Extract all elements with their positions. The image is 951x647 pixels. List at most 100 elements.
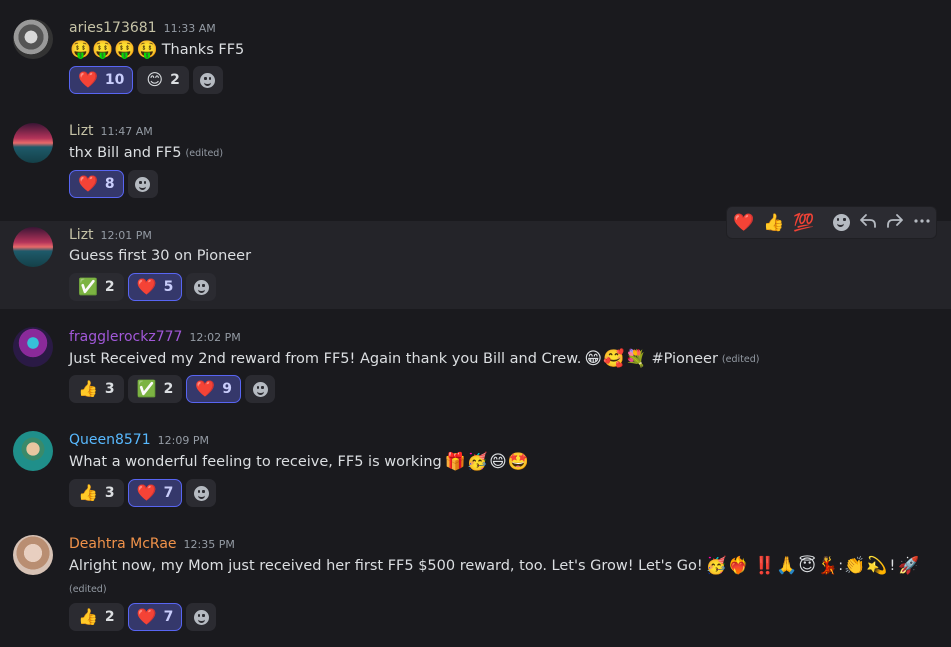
emoji: 😇 <box>798 556 817 576</box>
reaction-check[interactable]: ✅ 2 <box>69 273 124 301</box>
avatar[interactable] <box>13 431 53 471</box>
reaction-count: 2 <box>104 279 115 295</box>
message-action-toolbar: ❤️ 👍 💯 <box>726 206 937 239</box>
emoji: 🥳 <box>705 556 727 576</box>
emoji: 🙏 <box>776 556 798 576</box>
avatar[interactable] <box>13 227 53 267</box>
message-text: thx Bill and FF5 <box>69 145 182 161</box>
heart-emoji: ❤️ <box>78 70 98 89</box>
reaction-count: 9 <box>222 381 233 397</box>
username[interactable]: Lizt <box>69 227 94 243</box>
message-content: What a wonderful feeling to receive, FF5… <box>69 453 529 471</box>
message-content: Alright now, my Mom just received her fi… <box>69 557 919 575</box>
emoji: 🤑 <box>136 40 158 60</box>
reaction-smile[interactable]: 😊 2 <box>137 66 189 94</box>
username[interactable]: Queen8571 <box>69 432 151 448</box>
message-4: fragglerockz777 12:02 PM Just Received m… <box>0 309 951 413</box>
reaction-heart[interactable]: ❤️ 10 <box>69 66 134 94</box>
avatar[interactable] <box>13 327 53 367</box>
username[interactable]: fragglerockz777 <box>69 329 182 345</box>
add-reaction-button[interactable] <box>127 170 158 198</box>
avatar[interactable] <box>13 19 53 59</box>
message-text: What a wonderful feeling to receive, FF5… <box>69 454 442 470</box>
reaction-heart[interactable]: ❤️ 5 <box>127 273 183 301</box>
reactions: ❤️ 10 😊 2 <box>69 66 223 94</box>
heart-emoji: ❤️ <box>136 483 157 502</box>
check-emoji: ✅ <box>136 379 157 398</box>
thumbsup-emoji: 👍 <box>78 607 98 626</box>
smile-emoji: 😊 <box>146 70 164 89</box>
timestamp: 11:33 AM <box>163 22 216 35</box>
reaction-thumbsup[interactable]: 👍 3 <box>69 479 124 507</box>
add-reaction-icon <box>193 279 209 295</box>
quick-react-heart[interactable]: ❤️ <box>733 214 754 232</box>
emoji: 💃 <box>817 556 839 576</box>
message-1: aries173681 11:33 AM 🤑 🤑 🤑 🤑 Thanks FF5 … <box>0 0 951 108</box>
emoji: 😁 <box>584 349 603 369</box>
reaction-count: 2 <box>163 381 174 397</box>
reaction-heart[interactable]: ❤️ 8 <box>69 170 124 198</box>
timestamp: 11:47 AM <box>100 125 153 138</box>
add-reaction-button[interactable] <box>186 273 217 301</box>
emoji: 🤑 <box>92 40 114 60</box>
message-content: thx Bill and FF5 (edited) <box>69 145 223 161</box>
message-6: Deahtra McRae 12:35 PM Alright now, my M… <box>0 517 951 647</box>
add-reaction-button[interactable] <box>186 603 217 631</box>
reply-icon[interactable] <box>859 212 877 234</box>
message-text: Just Received my 2nd reward from FF5! Ag… <box>69 351 582 367</box>
avatar[interactable] <box>13 123 53 163</box>
message-content: 🤑 🤑 🤑 🤑 Thanks FF5 <box>69 41 244 59</box>
reaction-check[interactable]: ✅ 2 <box>127 375 183 403</box>
message-5: Queen8571 12:09 PM What a wonderful feel… <box>0 413 951 517</box>
more-icon[interactable] <box>913 212 931 234</box>
reaction-heart[interactable]: ❤️ 7 <box>127 603 183 631</box>
reactions: ✅ 2 ❤️ 5 <box>69 273 217 301</box>
thumbsup-emoji: 👍 <box>78 483 98 502</box>
reaction-thumbsup[interactable]: 👍 2 <box>69 603 124 631</box>
reactions: 👍 3 ✅ 2 ❤️ 9 <box>69 375 276 403</box>
heart-emoji: ❤️ <box>136 607 157 626</box>
add-reaction-icon[interactable] <box>832 214 850 231</box>
forward-icon[interactable] <box>886 212 904 234</box>
reaction-count: 7 <box>163 485 174 501</box>
message-content: Just Received my 2nd reward from FF5! Ag… <box>69 350 759 368</box>
reactions: 👍 2 ❤️ 7 <box>69 603 217 631</box>
emoji: 🤑 <box>70 40 92 60</box>
message-text: Thanks FF5 <box>161 42 245 58</box>
emoji: 💐 <box>625 349 647 369</box>
emoji: 🚀 <box>898 556 920 576</box>
timestamp: 12:09 PM <box>157 434 209 447</box>
emoji: 👏 <box>844 556 866 576</box>
quick-react-100[interactable]: 💯 <box>793 214 814 232</box>
heart-emoji: ❤️ <box>136 277 157 296</box>
emoji: ‼️ <box>754 556 776 576</box>
username[interactable]: aries173681 <box>69 20 157 36</box>
reaction-count: 10 <box>104 72 125 88</box>
exclamation-text: ! <box>889 558 896 574</box>
add-reaction-button[interactable] <box>192 66 223 94</box>
heart-emoji: ❤️ <box>78 174 98 193</box>
username[interactable]: Lizt <box>69 123 94 139</box>
reaction-count: 3 <box>104 485 115 501</box>
emoji: ❤️‍🔥 <box>727 556 749 576</box>
check-emoji: ✅ <box>78 277 98 296</box>
add-reaction-button[interactable] <box>186 479 217 507</box>
reaction-heart[interactable]: ❤️ 9 <box>186 375 242 403</box>
edited-label: (edited) <box>721 353 760 365</box>
reaction-thumbsup[interactable]: 👍 3 <box>69 375 124 403</box>
add-reaction-button[interactable] <box>245 375 276 403</box>
reactions: 👍 3 ❤️ 7 <box>69 479 217 507</box>
avatar[interactable] <box>13 535 53 575</box>
emoji: 🎁 <box>444 452 466 472</box>
add-reaction-icon <box>193 609 209 625</box>
username[interactable]: Deahtra McRae <box>69 536 177 552</box>
quick-react-thumbsup[interactable]: 👍 <box>763 214 784 232</box>
add-reaction-icon <box>193 485 209 501</box>
reaction-count: 2 <box>104 609 115 625</box>
emoji: 🤑 <box>114 40 136 60</box>
add-reaction-icon <box>252 381 268 397</box>
thumbsup-emoji: 👍 <box>78 379 98 398</box>
reaction-heart[interactable]: ❤️ 7 <box>127 479 183 507</box>
reaction-count: 5 <box>163 279 174 295</box>
reactions: ❤️ 8 <box>69 170 158 198</box>
